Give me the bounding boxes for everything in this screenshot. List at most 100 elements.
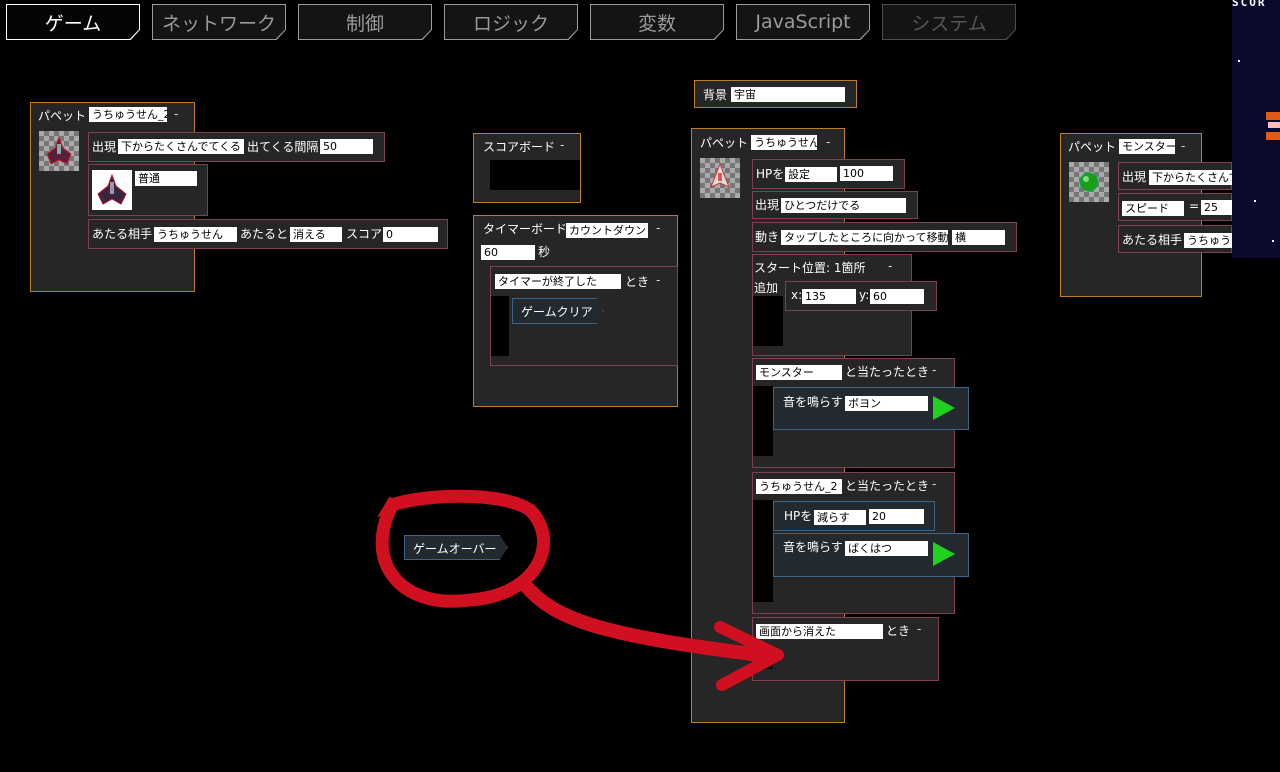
puppet3-hit-label: あたる相手 (1122, 233, 1183, 247)
tab-variables[interactable]: 変数 (590, 4, 724, 40)
sound1-field[interactable]: ボヨン (845, 396, 928, 411)
tab-system[interactable]: システム (882, 4, 1016, 40)
puppet2-start-label: スタート位置: 1箇所 (754, 261, 866, 275)
puppet2-appear-label: 出現 (755, 198, 780, 212)
puppet3-title: パペット (1068, 140, 1117, 154)
puppet2-event1-target-field[interactable]: モンスター (756, 365, 842, 380)
timerboard-seconds-label: 秒 (538, 245, 551, 259)
puppet2-start-gap (753, 296, 783, 346)
hp2-op-field[interactable]: 減らす (814, 510, 866, 525)
puppet2-title: パペット (700, 136, 749, 150)
spaceship-icon (46, 136, 72, 165)
puppet3-appear-field[interactable]: 下からたくさんで (1149, 170, 1232, 185)
puppet2-add-label: 追加 (754, 281, 779, 295)
timer-event-field[interactable]: タイマーが終了した (495, 274, 621, 289)
puppet2-start-menu[interactable]: - (888, 259, 892, 273)
background-field[interactable]: 宇宙 (731, 87, 845, 102)
puppet1-mode-field[interactable]: 普通 (135, 171, 197, 186)
puppet2-x-label: x: (791, 288, 803, 302)
puppet2-event3-when-label: とき (886, 624, 911, 638)
preview-ship-icon (1266, 112, 1280, 140)
game-clear-label: ゲームクリア (521, 305, 593, 319)
puppet1-appear-label: 出現 (92, 140, 117, 154)
tab-network[interactable]: ネットワーク (152, 4, 286, 40)
puppet2-move-dir-field[interactable]: 横 (952, 230, 1005, 245)
puppet3-speed-eq: = (1189, 199, 1200, 213)
puppet2-event2-menu[interactable]: - (932, 477, 936, 491)
puppet1-score-label: スコア (346, 227, 383, 241)
puppet2-hp-label: HPを (756, 167, 785, 181)
puppet2-event3-gap (753, 647, 773, 669)
sound2-label: 音を鳴らす (783, 540, 843, 554)
puppet2-y-field[interactable]: 60 (870, 289, 924, 304)
puppet1-interval-field[interactable]: 50 (320, 139, 373, 154)
timer-event-menu[interactable]: - (656, 273, 660, 287)
puppet2-event3-menu[interactable]: - (917, 622, 921, 636)
puppet2-x-field[interactable]: 135 (802, 289, 856, 304)
puppet3-sprite-thumb[interactable] (1069, 162, 1109, 202)
game-preview-panel: SCOR (1232, 0, 1280, 258)
puppet2-move-field[interactable]: タップしたところに向かって移動 (781, 230, 948, 245)
tab-logic[interactable]: ロジック (444, 4, 578, 40)
puppet1-sprite-thumb[interactable] (39, 131, 79, 171)
scoreboard-menu[interactable]: - (560, 138, 564, 152)
preview-score-label: SCOR (1232, 0, 1267, 9)
tab-system-label: システム (883, 5, 1015, 39)
timer-event-when-label: とき (625, 275, 650, 289)
puppet2-event3-field[interactable]: 画面から消えた (756, 624, 883, 639)
tab-game[interactable]: ゲーム (6, 4, 140, 40)
puppet1-hit-label: あたる相手 (92, 227, 153, 241)
tab-variables-label: 変数 (591, 5, 723, 39)
background-label: 背景 (703, 88, 728, 102)
puppet1-menu[interactable]: - (174, 107, 178, 121)
puppet2-sprite-thumb[interactable] (700, 158, 740, 198)
puppet2-event2-target-field[interactable]: うちゅうせん_2 (756, 479, 842, 494)
sound1-label: 音を鳴らす (783, 395, 843, 409)
play-sound1-icon[interactable] (933, 396, 955, 420)
puppet2-event2-gap (753, 500, 773, 602)
puppet3-name-field[interactable]: モンスター (1119, 139, 1175, 154)
puppet2-menu[interactable]: - (826, 135, 830, 149)
sound2-field[interactable]: ばくはつ (845, 541, 928, 556)
puppet2-event1-gap (753, 386, 773, 456)
puppet1-when-hit-field[interactable]: 消える (290, 227, 342, 242)
tab-javascript[interactable]: JavaScript (736, 4, 870, 40)
puppet3-speed-value-field[interactable]: 25 (1201, 200, 1232, 215)
hp2-value-field[interactable]: 20 (869, 509, 924, 524)
timerboard-seconds-field[interactable]: 60 (481, 245, 535, 260)
puppet3-speed-field[interactable]: スピード (1122, 201, 1184, 216)
puppet3-appear-label: 出現 (1122, 170, 1147, 184)
timerboard-mode-field[interactable]: カウントダウン (566, 223, 648, 238)
timerboard-menu[interactable]: - (656, 221, 660, 235)
puppet3-menu[interactable]: - (1181, 139, 1185, 153)
puppet2-hp-value-field[interactable]: 100 (840, 166, 893, 181)
timer-event-gap (491, 296, 509, 356)
tab-control[interactable]: 制御 (298, 4, 432, 40)
puppet2-move-label: 動き (755, 230, 780, 244)
puppet1-score-field[interactable]: 0 (383, 227, 438, 242)
play-sound2-icon[interactable] (933, 542, 955, 566)
rocket-icon (710, 163, 730, 188)
preview-star (1272, 240, 1274, 242)
puppet1-hit-target-field[interactable]: うちゅうせん (154, 227, 237, 242)
puppet1-name-field[interactable]: うちゅうせん_2 (89, 107, 167, 122)
puppet2-event1-label: と当たったとき (845, 365, 930, 379)
spaceship-icon (97, 174, 127, 205)
puppet2-event2-label: と当たったとき (845, 479, 930, 493)
puppet2-name-field[interactable]: うちゅうせん (751, 135, 817, 150)
game-over-label: ゲームオーバー (413, 542, 497, 556)
puppet1-mode-thumb[interactable] (92, 170, 132, 210)
puppet1-title: パペット (38, 109, 87, 123)
puppet2-y-label: y: (859, 288, 870, 302)
tab-logic-label: ロジック (445, 5, 577, 39)
puppet1-appear-field[interactable]: 下からたくさんでてくる (118, 139, 244, 154)
preview-star (1254, 200, 1256, 202)
puppet1-when-hit-label: あたると (240, 227, 289, 241)
green-slime-icon (1079, 172, 1099, 192)
puppet2-event1-menu[interactable]: - (932, 363, 936, 377)
puppet2-appear-field[interactable]: ひとつだけでる (781, 198, 906, 213)
preview-star (1238, 60, 1240, 62)
puppet3-hit-target-field[interactable]: うちゅう (1184, 233, 1232, 248)
timerboard-title: タイマーボード (483, 222, 568, 236)
puppet2-hp-op-field[interactable]: 設定 (785, 167, 837, 182)
